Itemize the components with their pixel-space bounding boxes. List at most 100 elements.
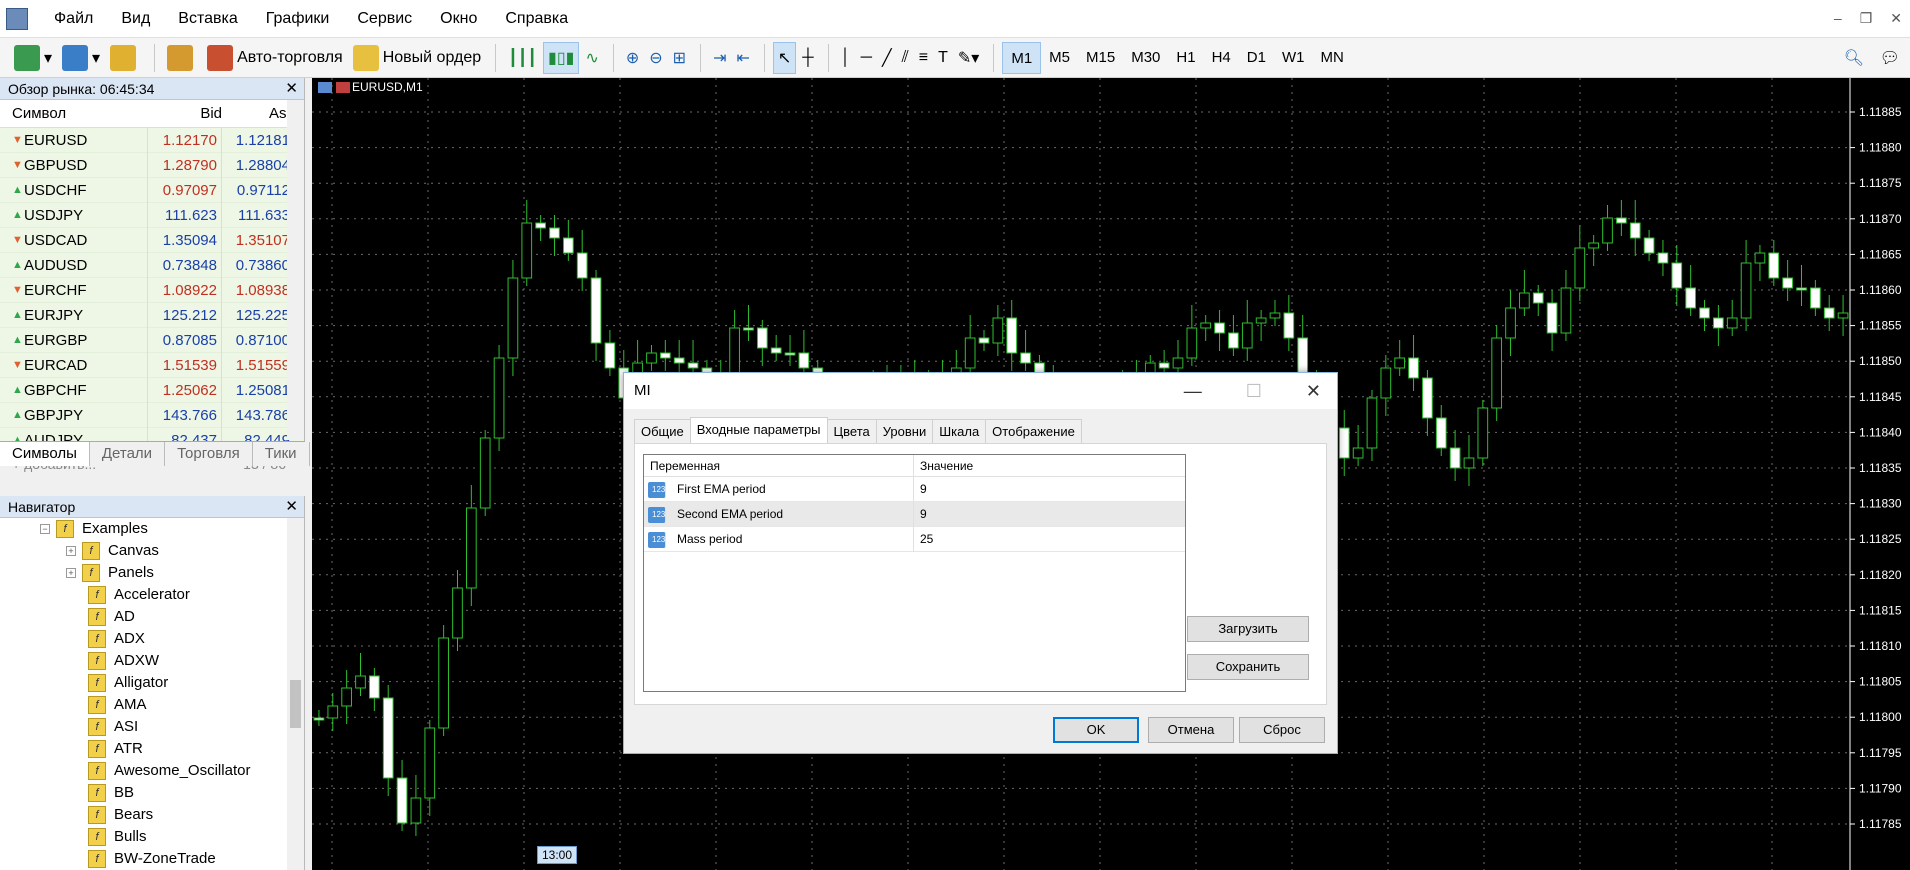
nav-indicator-item[interactable]: f AMA bbox=[0, 694, 304, 716]
bar-chart-button[interactable]: ┃┃┃ bbox=[504, 42, 541, 74]
new-chart-button[interactable]: ▾ bbox=[10, 42, 56, 74]
menu-insert[interactable]: Вставка bbox=[164, 0, 251, 38]
market-row[interactable]: ▲ AUDUSD 0.73848 0.73860 bbox=[0, 253, 304, 278]
nav-indicator-item[interactable]: f Bulls bbox=[0, 826, 304, 848]
col-bid[interactable]: Bid bbox=[147, 100, 222, 128]
nav-indicator-item[interactable]: f ADX bbox=[0, 628, 304, 650]
maximize-icon[interactable]: ☐ bbox=[1246, 373, 1262, 409]
minimize-icon[interactable]: — bbox=[1184, 373, 1202, 409]
col-ask[interactable]: Ask bbox=[222, 100, 294, 128]
cursor-button[interactable]: ↖ bbox=[772, 41, 797, 74]
vertical-line-button[interactable]: │ bbox=[837, 42, 855, 74]
market-row[interactable]: ▲ USDJPY 111.623 111.633 bbox=[0, 203, 304, 228]
nav-indicator-item[interactable]: f Accelerator bbox=[0, 584, 304, 606]
timeframe-d1[interactable]: D1 bbox=[1239, 42, 1274, 74]
trend-line-button[interactable]: ╱ bbox=[878, 42, 896, 74]
market-row[interactable]: ▼ EURCHF 1.08922 1.08938 bbox=[0, 278, 304, 303]
nav-folder-examples[interactable]: − f Examples bbox=[0, 518, 304, 540]
menu-file[interactable]: Файл bbox=[40, 0, 107, 38]
nav-indicator-item[interactable]: f AD bbox=[0, 606, 304, 628]
market-row[interactable]: ▲ EURGBP 0.87085 0.87100 bbox=[0, 328, 304, 353]
nav-indicator-item[interactable]: f Alligator bbox=[0, 672, 304, 694]
tile-windows-button[interactable]: ⊞ bbox=[669, 42, 690, 74]
expand-icon[interactable]: + bbox=[66, 546, 76, 556]
tab-common[interactable]: Общие bbox=[634, 419, 691, 444]
market-row[interactable]: ▼ EURUSD 1.12170 1.12181 bbox=[0, 128, 304, 153]
param-value[interactable]: 9 bbox=[914, 502, 1187, 527]
market-watch-scrollbar[interactable] bbox=[287, 100, 304, 440]
minimize-icon[interactable]: – bbox=[1834, 10, 1842, 27]
timeframe-h1[interactable]: H1 bbox=[1168, 42, 1203, 74]
data-window-button[interactable] bbox=[106, 42, 144, 74]
menu-help[interactable]: Справка bbox=[491, 0, 582, 38]
menu-window[interactable]: Окно bbox=[426, 0, 491, 38]
param-row[interactable]: 123 Second EMA period 9 bbox=[644, 502, 1185, 527]
market-button[interactable] bbox=[163, 42, 201, 74]
nav-indicator-item[interactable]: f ATR bbox=[0, 738, 304, 760]
tab-scale[interactable]: Шкала bbox=[932, 419, 987, 444]
tab-details[interactable]: Детали bbox=[90, 442, 166, 466]
timeframe-m5[interactable]: M5 bbox=[1041, 42, 1078, 74]
close-icon[interactable]: ✕ bbox=[1306, 373, 1321, 409]
dialog-title-bar[interactable]: MI — ☐ ✕ bbox=[624, 373, 1337, 409]
ok-button[interactable]: OK bbox=[1053, 717, 1139, 743]
navigator-scrollbar[interactable] bbox=[287, 518, 304, 870]
expand-icon[interactable]: + bbox=[66, 568, 76, 578]
auto-scroll-button[interactable]: ⇥ bbox=[709, 42, 730, 74]
timeframe-w1[interactable]: W1 bbox=[1274, 42, 1313, 74]
close-icon[interactable]: ✕ bbox=[285, 496, 298, 518]
market-row[interactable]: ▼ USDCAD 1.35094 1.35107 bbox=[0, 228, 304, 253]
market-row[interactable]: ▲ EURJPY 125.212 125.225 bbox=[0, 303, 304, 328]
restore-icon[interactable]: ❐ bbox=[1860, 10, 1873, 27]
text-button[interactable]: T bbox=[934, 42, 952, 74]
timeframe-m1[interactable]: M1 bbox=[1002, 41, 1042, 74]
zoom-in-button[interactable]: ⊕ bbox=[622, 42, 643, 74]
auto-trading-button[interactable]: Авто-торговля bbox=[203, 42, 347, 74]
nav-indicator-item[interactable]: f ADXW bbox=[0, 650, 304, 672]
timeframe-mn[interactable]: MN bbox=[1312, 42, 1351, 74]
nav-subfolder[interactable]: + f Canvas bbox=[0, 540, 304, 562]
close-icon[interactable]: ✕ bbox=[1890, 10, 1902, 27]
timeframe-m30[interactable]: M30 bbox=[1123, 42, 1168, 74]
scroll-thumb[interactable] bbox=[290, 680, 301, 728]
market-row[interactable]: ▲ GBPCHF 1.25062 1.25081 bbox=[0, 378, 304, 403]
menu-tools[interactable]: Сервис bbox=[343, 0, 426, 38]
market-row[interactable]: ▼ EURCAD 1.51539 1.51559 bbox=[0, 353, 304, 378]
tab-ticks[interactable]: Тики bbox=[253, 442, 310, 466]
param-value[interactable]: 9 bbox=[914, 477, 1187, 502]
app-icon[interactable] bbox=[6, 7, 28, 30]
equidistant-channel-button[interactable]: ⫽ bbox=[898, 42, 913, 74]
menu-view[interactable]: Вид bbox=[107, 0, 164, 38]
new-order-button[interactable]: Новый ордер bbox=[349, 42, 485, 74]
crosshair-button[interactable]: ┼ bbox=[798, 42, 817, 74]
tab-colors[interactable]: Цвета bbox=[826, 419, 877, 444]
nav-indicator-item[interactable]: f Bears bbox=[0, 804, 304, 826]
cancel-button[interactable]: Отмена bbox=[1148, 717, 1234, 743]
chat-button[interactable]: 💬︎ bbox=[1876, 42, 1904, 74]
market-row[interactable]: ▼ GBPUSD 1.28790 1.28804 bbox=[0, 153, 304, 178]
nav-indicator-item[interactable]: f ASI bbox=[0, 716, 304, 738]
nav-indicator-item[interactable]: f BW-ZoneTrade bbox=[0, 848, 304, 870]
market-row[interactable]: ▲ GBPJPY 143.766 143.786 bbox=[0, 403, 304, 428]
tab-inputs[interactable]: Входные параметры bbox=[689, 417, 828, 444]
tab-symbols[interactable]: Символы bbox=[0, 442, 90, 466]
close-icon[interactable]: ✕ bbox=[285, 78, 298, 100]
save-button[interactable]: Сохранить bbox=[1187, 654, 1309, 680]
load-button[interactable]: Загрузить bbox=[1187, 616, 1309, 642]
nav-indicator-item[interactable]: f Awesome_Oscillator bbox=[0, 760, 304, 782]
param-row[interactable]: 123 Mass period 25 bbox=[644, 527, 1185, 552]
collapse-icon[interactable]: − bbox=[40, 524, 50, 534]
col-symbol[interactable]: Символ bbox=[12, 100, 147, 128]
fibonacci-button[interactable]: ≡ bbox=[915, 42, 932, 74]
timeframe-h4[interactable]: H4 bbox=[1204, 42, 1239, 74]
param-row[interactable]: 123 First EMA period 9 bbox=[644, 477, 1185, 502]
timeframe-m15[interactable]: M15 bbox=[1078, 42, 1123, 74]
param-value[interactable]: 25 bbox=[914, 527, 1187, 552]
menu-charts[interactable]: Графики bbox=[252, 0, 344, 38]
nav-indicator-item[interactable]: f BB bbox=[0, 782, 304, 804]
tab-visualization[interactable]: Отображение bbox=[985, 419, 1082, 444]
market-row[interactable]: ▲ USDCHF 0.97097 0.97112 bbox=[0, 178, 304, 203]
candle-chart-button[interactable]: ▮▯▮ bbox=[543, 41, 580, 74]
zoom-out-button[interactable]: ⊖ bbox=[645, 42, 666, 74]
tab-trading[interactable]: Торговля bbox=[165, 442, 253, 466]
